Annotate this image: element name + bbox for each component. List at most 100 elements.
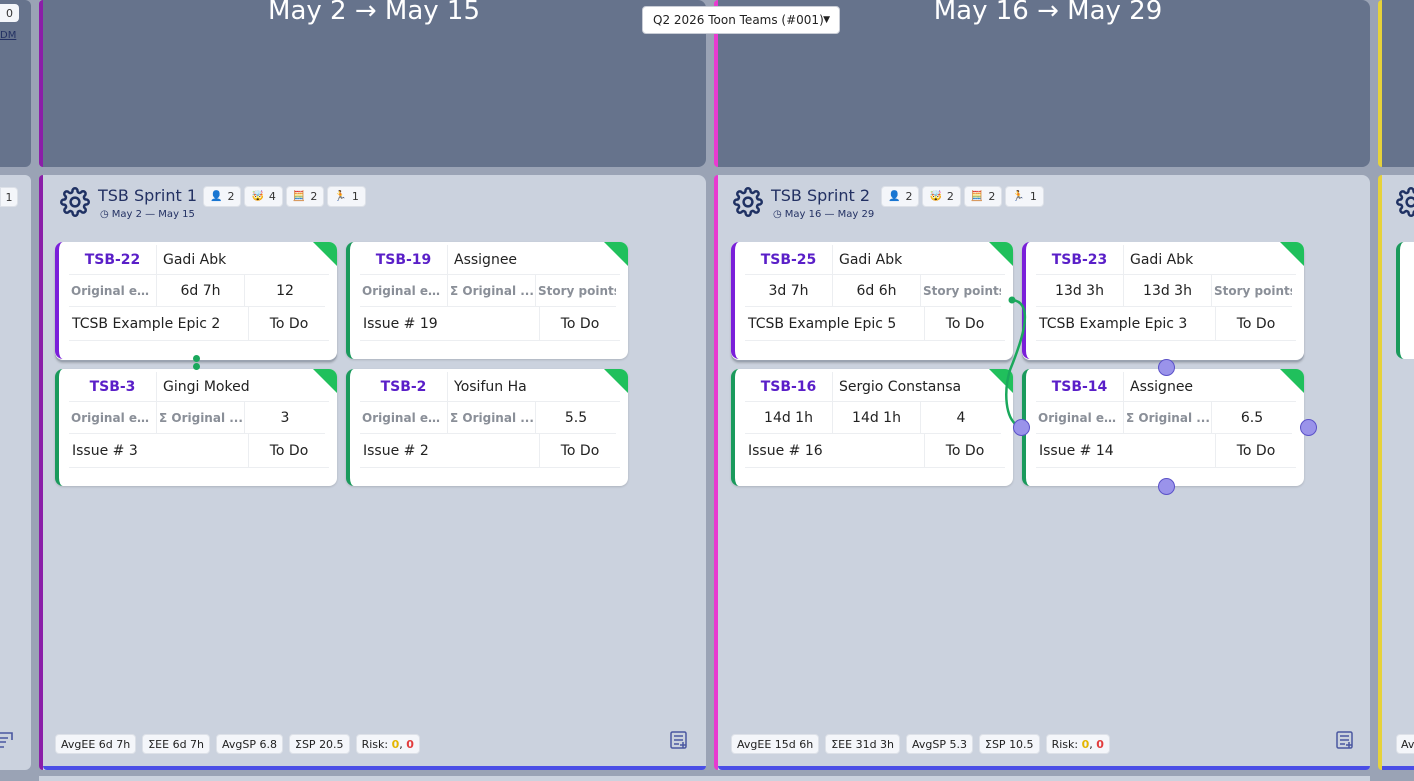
sum-original-estimate-value: Σ Original ...	[450, 283, 534, 298]
issue-card[interactable]: TSB-2 Yosifun Ha Original esti... Σ Orig…	[346, 369, 628, 486]
issue-status[interactable]: To Do	[925, 434, 1005, 468]
link-handle[interactable]	[1158, 478, 1175, 495]
issue-summary[interactable]: Issue # 19	[360, 307, 540, 341]
issue-summary[interactable]: Issue # 2	[360, 434, 540, 468]
issue-status[interactable]: To Do	[249, 434, 329, 468]
original-estimate-value: Original esti...	[71, 283, 156, 298]
issue-assignee[interactable]: Sergio Constansa	[833, 372, 1005, 402]
link-handle-dot[interactable]	[193, 355, 200, 362]
issue-summary[interactable]: Issue # 3	[69, 434, 249, 468]
issue-assignee[interactable]: Gingi Moked	[157, 372, 329, 402]
link-handle[interactable]	[1300, 419, 1317, 436]
add-note-icon[interactable]	[669, 730, 689, 750]
risk-label: Risk:	[361, 737, 389, 751]
original-estimate[interactable]: Original esti...	[360, 402, 448, 434]
issue-summary[interactable]: Issue # 14	[1036, 434, 1216, 468]
story-points[interactable]: Story points	[536, 275, 616, 307]
sum-original-estimate[interactable]: Σ Original ...	[448, 275, 536, 307]
card-summary-row: Issue # 16 To Do	[745, 434, 1005, 468]
original-estimate[interactable]: 14d 1h	[745, 402, 833, 434]
issue-status[interactable]: To Do	[249, 307, 329, 341]
issue-card[interactable]: TSB-14 Assignee Original esti... Σ Origi…	[1022, 369, 1304, 486]
dependency-link[interactable]	[998, 290, 1038, 430]
left-dm-link[interactable]: DM	[0, 30, 16, 41]
issue-card[interactable]: TSB-16 Sergio Constansa 14d 1h 14d 1h 4 …	[731, 369, 1013, 486]
sum-original-estimate[interactable]: Σ Original ...	[448, 402, 536, 434]
story-points[interactable]: 5.5	[536, 402, 616, 434]
story-points[interactable]: 3	[245, 402, 325, 434]
gear-icon[interactable]	[733, 187, 763, 217]
issue-key[interactable]: TSB-23	[1036, 245, 1124, 275]
issue-key[interactable]: TSB-22	[69, 245, 157, 275]
issue-key[interactable]: TSB-19	[360, 245, 448, 275]
story-points-value: 3	[280, 409, 290, 426]
story-points[interactable]: 6.5	[1212, 402, 1292, 434]
sprint-title[interactable]: TSB Sprint 2	[771, 186, 870, 205]
sum-original-estimate[interactable]: 13d 3h	[1124, 275, 1212, 307]
right-period-header	[1378, 0, 1414, 167]
issue-status[interactable]: To Do	[540, 434, 620, 468]
story-points[interactable]: Story points	[1212, 275, 1292, 307]
story-points[interactable]: Story points	[921, 275, 1001, 307]
issue-summary[interactable]: TCSB Example Epic 2	[69, 307, 249, 341]
issue-key[interactable]: TSB-14	[1036, 372, 1124, 402]
board-select[interactable]: Q2 2026 Toon Teams (#001) ▼	[642, 6, 840, 34]
issue-summary[interactable]: TCSB Example Epic 3	[1036, 307, 1216, 341]
story-points[interactable]: 4	[921, 402, 1001, 434]
left-add-note-icon[interactable]	[0, 730, 14, 750]
original-estimate[interactable]: 3d 7h	[745, 275, 833, 307]
original-estimate[interactable]: 13d 3h	[1036, 275, 1124, 307]
original-estimate-value: Original esti...	[362, 410, 447, 425]
issue-summary[interactable]: Issue # 16	[745, 434, 925, 468]
issue-card[interactable]: TSB-3 Gingi Moked Original esti... Σ Ori…	[55, 369, 337, 486]
story-points-value: 12	[276, 282, 294, 299]
card-header-row: TSB-16 Sergio Constansa	[745, 372, 1005, 402]
issue-status[interactable]: To Do	[1216, 434, 1296, 468]
original-estimate[interactable]: Original esti...	[69, 275, 157, 307]
issue-card[interactable]: TSB-23 Gadi Abk 13d 3h 13d 3h Story poin…	[1022, 242, 1304, 359]
gear-icon[interactable]	[60, 187, 90, 217]
issue-assignee[interactable]: Assignee	[1124, 372, 1296, 402]
sprint-title[interactable]: TSB Sprint 1	[98, 186, 197, 205]
issue-status[interactable]: To Do	[540, 307, 620, 341]
sum-original-estimate[interactable]: 6d 7h	[157, 275, 245, 307]
issue-key[interactable]: TSB-25	[745, 245, 833, 275]
original-estimate-value: 13d 3h	[1055, 282, 1104, 299]
link-handle-dot[interactable]	[193, 363, 200, 370]
card-header-row: TSB-2 Yosifun Ha	[360, 372, 620, 402]
issue-card[interactable]: TSB-22 Gadi Abk Original esti... 6d 7h 1…	[55, 242, 337, 359]
sum-original-estimate[interactable]: Σ Original ...	[1124, 402, 1212, 434]
risk-value-warning: 0	[391, 737, 400, 751]
badge-assignees: 👤 2	[203, 186, 242, 207]
issue-key[interactable]: TSB-2	[360, 372, 448, 402]
issue-summary[interactable]: TCSB Example Epic 5	[745, 307, 925, 341]
issue-card-partial[interactable]	[1396, 242, 1414, 359]
issue-status[interactable]: To Do	[1216, 307, 1296, 341]
sum-original-estimate[interactable]: 14d 1h	[833, 402, 921, 434]
issue-status[interactable]: To Do	[925, 307, 1005, 341]
sum-original-estimate[interactable]: 6d 6h	[833, 275, 921, 307]
issue-key[interactable]: TSB-16	[745, 372, 833, 402]
clock-icon: ◷	[773, 209, 782, 220]
issue-assignee[interactable]: Gadi Abk	[157, 245, 329, 275]
issue-card[interactable]: TSB-19 Assignee Original esti... Σ Origi…	[346, 242, 628, 359]
story-points[interactable]: 12	[245, 275, 325, 307]
avg-points-badge: AvgSP 5.3	[906, 734, 973, 754]
link-handle[interactable]	[1013, 419, 1030, 436]
original-estimate[interactable]: Original esti...	[1036, 402, 1124, 434]
issue-assignee[interactable]: Gadi Abk	[833, 245, 1005, 275]
issue-key[interactable]: TSB-3	[69, 372, 157, 402]
original-estimate[interactable]: Original esti...	[69, 402, 157, 434]
story-points-value: Story points	[923, 283, 1001, 298]
sum-original-estimate[interactable]: Σ Original ...	[157, 402, 245, 434]
original-estimate[interactable]: Original esti...	[360, 275, 448, 307]
link-handle[interactable]	[1158, 359, 1175, 376]
gear-icon[interactable]	[1396, 187, 1414, 217]
issue-assignee[interactable]: Assignee	[448, 245, 620, 275]
add-note-icon[interactable]	[1335, 730, 1355, 750]
issue-assignee[interactable]: Gadi Abk	[1124, 245, 1296, 275]
issue-card[interactable]: TSB-25 Gadi Abk 3d 7h 6d 6h Story points…	[731, 242, 1013, 359]
sum-original-estimate-value: Σ Original ...	[159, 410, 243, 425]
card-estimates-row: 14d 1h 14d 1h 4	[745, 402, 1005, 434]
issue-assignee[interactable]: Yosifun Ha	[448, 372, 620, 402]
